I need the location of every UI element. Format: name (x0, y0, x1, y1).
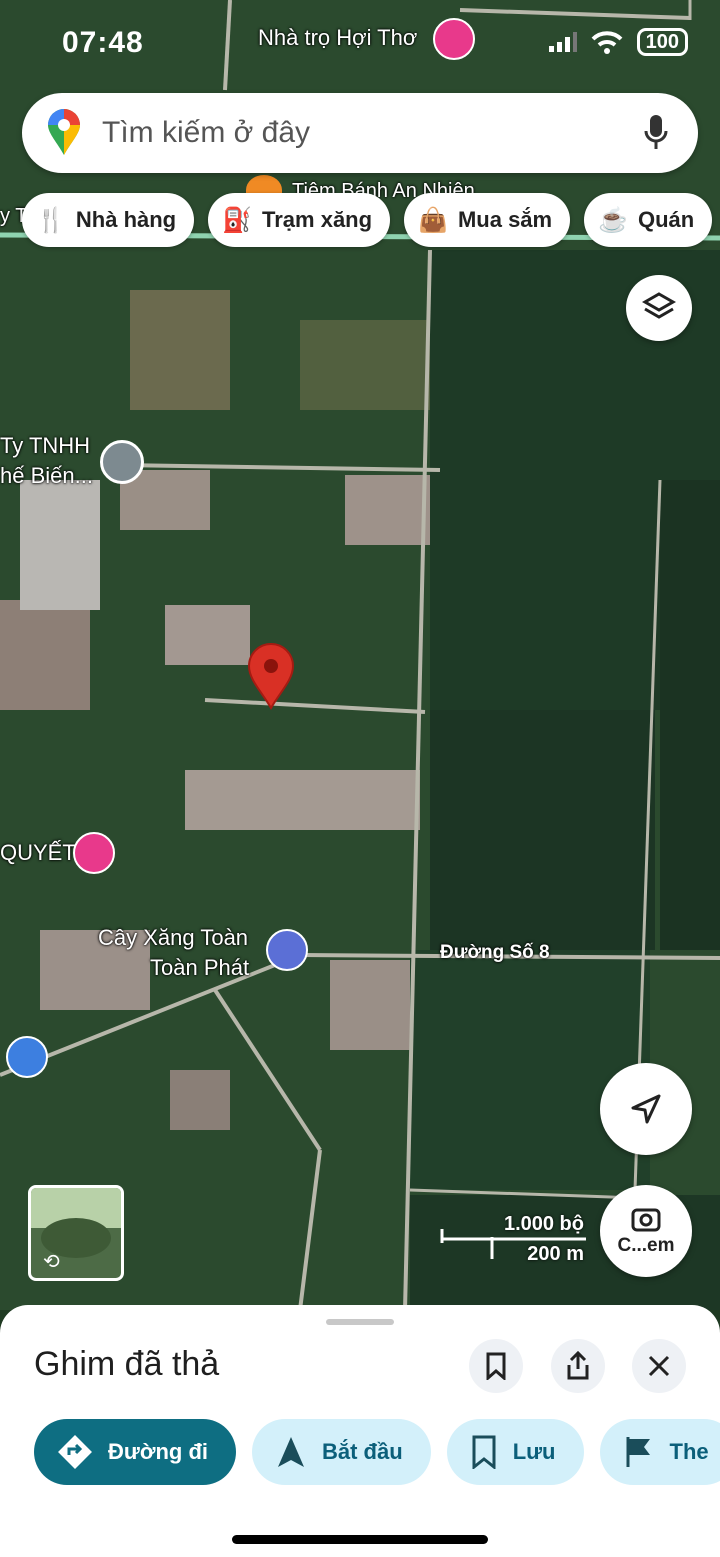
bookmark-icon (486, 1352, 506, 1380)
cup-icon: ☕ (598, 206, 628, 234)
satellite-map[interactable]: Nhà trọ Hợi Thơ Tiệm Bánh An Nhiên y T T… (0, 0, 720, 1310)
place-title: Ghim đã thả (34, 1345, 220, 1383)
layers-icon (642, 292, 676, 319)
start-button[interactable]: Bắt đầu (252, 1419, 431, 1485)
map-label-company-line1[interactable]: Ty TNHH (0, 433, 90, 459)
maps-logo-icon (48, 109, 80, 155)
chip-restaurants[interactable]: 🍴 Nhà hàng (22, 193, 195, 247)
dropped-pin-icon[interactable] (246, 642, 296, 712)
map-label-road: Đường Số 8 (440, 942, 550, 963)
map-label-gas-line2[interactable]: Toàn Phát (150, 955, 249, 981)
save-label: Lưu (512, 1439, 556, 1464)
chip-label: Trạm xăng (262, 207, 373, 232)
gas-station-pin-icon[interactable] (266, 929, 308, 971)
home-indicator[interactable] (232, 1535, 488, 1544)
camera-search-button[interactable]: C...em (600, 1185, 692, 1277)
lock-pin-icon[interactable] (6, 1036, 48, 1078)
layers-button[interactable] (626, 275, 692, 341)
bookmark-icon (472, 1435, 496, 1469)
share-icon (567, 1351, 589, 1380)
gas-pump-icon: ⛽ (222, 206, 253, 234)
status-time: 07:48 (62, 26, 144, 59)
map-label-gas-line1[interactable]: Cây Xăng Toàn (98, 925, 248, 951)
scale-imperial: 1.000 bộ (503, 1213, 584, 1235)
place-pin-icon[interactable] (100, 440, 144, 484)
action-buttons: Đường đi Bắt đầu Lưu The (34, 1419, 720, 1485)
directions-icon (58, 1435, 92, 1469)
map-label-left-hotel[interactable]: QUYẾT (0, 840, 76, 866)
map-label-company-line2[interactable]: hế Biến... (0, 463, 93, 489)
navigation-arrow-icon (631, 1094, 661, 1124)
scale-bar: 1.000 bộ 200 m (440, 1213, 590, 1265)
camera-label: C...em (617, 1235, 675, 1256)
save-icon-button[interactable] (469, 1339, 523, 1393)
close-icon (648, 1355, 670, 1377)
rotate-360-icon: ⟲ (43, 1251, 60, 1273)
fork-knife-icon: 🍴 (36, 206, 66, 234)
bottom-sheet[interactable]: Ghim đã thả Đường đi Bắt đầu Lưu The (0, 1305, 720, 1557)
battery-indicator: 100 (636, 28, 688, 56)
flag-icon (626, 1437, 650, 1467)
microphone-icon[interactable] (644, 115, 668, 151)
chip-cafes[interactable]: ☕ Quán (584, 193, 713, 247)
chip-label: Nhà hàng (75, 207, 177, 232)
chip-label: Quán (638, 207, 695, 232)
hotel-pin-icon-left[interactable] (73, 832, 115, 874)
directions-label: Đường đi (108, 1439, 208, 1464)
save-button[interactable]: Lưu (446, 1419, 584, 1485)
chip-shopping[interactable]: 👜 Mua sắm (404, 193, 571, 247)
label-button[interactable]: The (599, 1419, 720, 1485)
signal-icon (548, 32, 577, 52)
share-button[interactable] (551, 1339, 605, 1393)
my-location-button[interactable] (600, 1063, 692, 1155)
close-button[interactable] (632, 1339, 686, 1393)
start-label: Bắt đầu (322, 1439, 403, 1464)
scale-metric: 200 m (527, 1243, 584, 1265)
directions-button[interactable]: Đường đi (34, 1419, 236, 1485)
shopping-bag-icon: 👜 (418, 206, 448, 234)
street-view-thumbnail[interactable]: ⟲ (28, 1185, 124, 1281)
status-bar: 07:48 100 (0, 22, 720, 62)
search-bar[interactable]: Tìm kiếm ở đây (22, 93, 698, 173)
chip-label: Mua sắm (457, 207, 553, 232)
search-input[interactable]: Tìm kiếm ở đây (102, 116, 310, 150)
camera-icon (631, 1208, 661, 1232)
navigation-arrow-icon (278, 1437, 304, 1467)
category-chips: 🍴 Nhà hàng ⛽ Trạm xăng 👜 Mua sắm ☕ Quán (22, 193, 713, 247)
sheet-drag-handle[interactable] (326, 1319, 394, 1325)
wifi-icon (591, 31, 623, 54)
label-label: The (669, 1439, 709, 1464)
chip-gas-stations[interactable]: ⛽ Trạm xăng (208, 193, 391, 247)
